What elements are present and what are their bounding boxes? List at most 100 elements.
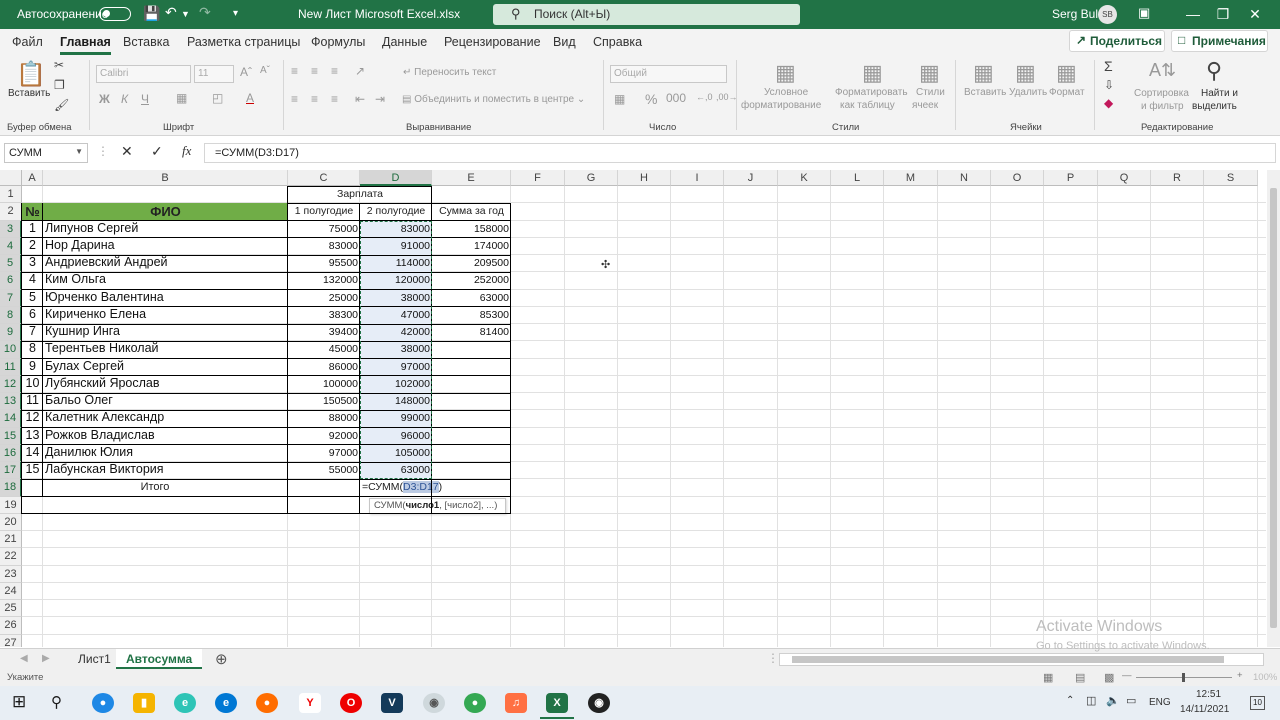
editing-cell[interactable]: =СУММ(D3:D17) <box>362 481 452 494</box>
tab-home[interactable]: Главная <box>60 35 111 55</box>
undo-icon[interactable]: ↶ <box>165 4 177 21</box>
cell-half1[interactable]: 83000 <box>288 240 360 252</box>
align-center-icon[interactable]: ≡ <box>311 92 318 106</box>
clock-date[interactable]: 14/11/2021 <box>1180 704 1229 715</box>
underline-icon[interactable]: Ч <box>141 92 149 106</box>
cell-number[interactable]: 14 <box>22 445 43 459</box>
decrease-decimal-icon[interactable]: ,00→ <box>716 92 738 102</box>
edge-blue-icon[interactable]: e <box>215 693 237 713</box>
orientation-icon[interactable]: ↗ <box>355 64 365 78</box>
cell-styles-label-2[interactable]: ячеек <box>912 100 938 111</box>
cell-number[interactable]: 6 <box>22 307 43 321</box>
row-header-7[interactable]: 7 <box>0 289 22 307</box>
cell-number[interactable]: 5 <box>22 290 43 304</box>
format-as-table-icon[interactable]: ▦ <box>862 60 883 86</box>
insert-cells-icon[interactable]: ▦ <box>973 60 994 86</box>
row-header-22[interactable]: 22 <box>0 548 22 566</box>
fill-color-icon[interactable]: ◰ <box>212 91 223 105</box>
cell-number[interactable]: 10 <box>22 376 43 390</box>
column-header-s[interactable]: S <box>1204 170 1258 186</box>
cell-half1[interactable]: 38300 <box>288 309 360 321</box>
cell-year-sum[interactable]: 209500 <box>432 257 511 269</box>
find-select-icon[interactable]: ⚲ <box>1206 58 1222 84</box>
cell-half1[interactable]: 97000 <box>288 447 360 459</box>
chrome-icon[interactable]: ● <box>464 693 486 713</box>
cell-number[interactable]: 15 <box>22 462 43 476</box>
cell-fio[interactable]: Липунов Сергей <box>43 221 288 235</box>
decrease-font-icon[interactable]: Aˇ <box>260 65 270 76</box>
cell-half1[interactable]: 39400 <box>288 326 360 338</box>
sort-filter-label-2[interactable]: и фильтр <box>1141 101 1184 112</box>
zoom-level[interactable]: 100% <box>1253 672 1277 683</box>
cell-fio[interactable]: Булах Сергей <box>43 359 288 373</box>
row-header-19[interactable]: 19 <box>0 496 22 514</box>
excel-icon[interactable]: X <box>546 693 568 713</box>
formula-input[interactable]: =СУММ(D3:D17) <box>204 143 1276 163</box>
firefox-icon[interactable]: ● <box>256 693 278 713</box>
format-painter-icon[interactable]: 🖌 <box>54 98 69 112</box>
column-header-k[interactable]: K <box>778 170 831 186</box>
column-header-r[interactable]: R <box>1151 170 1204 186</box>
merge-center-button[interactable]: ▤ Объединить и поместить в центре ⌄ <box>402 94 585 105</box>
cell-half1[interactable]: 132000 <box>288 274 360 286</box>
cancel-icon[interactable]: ✕ <box>121 143 133 160</box>
column-header-d[interactable]: D <box>360 170 432 186</box>
cell-number[interactable]: 2 <box>22 238 43 252</box>
cell-fio[interactable]: Терентьев Николай <box>43 341 288 355</box>
column-header-e[interactable]: E <box>432 170 511 186</box>
paste-icon[interactable]: 📋 <box>16 60 46 89</box>
row-header-12[interactable]: 12 <box>0 375 22 393</box>
row-header-1[interactable]: 1 <box>0 186 22 204</box>
font-name-combo[interactable]: Calibri <box>96 65 191 83</box>
audio-app-icon[interactable]: ♫ <box>505 693 527 713</box>
enter-icon[interactable]: ✓ <box>151 143 163 160</box>
row-header-25[interactable]: 25 <box>0 600 22 618</box>
name-box-dropdown-icon[interactable]: ▼ <box>75 147 83 156</box>
save-icon[interactable]: 💾 <box>143 5 160 22</box>
ribbon-display-icon[interactable]: ▣ <box>1138 5 1150 21</box>
row-header-13[interactable]: 13 <box>0 393 22 411</box>
maximize-icon[interactable]: ❐ <box>1208 0 1238 29</box>
name-box[interactable]: СУММ ▼ <box>4 143 88 163</box>
undo-dropdown-icon[interactable]: ▼ <box>181 9 190 19</box>
cell-fio[interactable]: Калетник Александр <box>43 410 288 424</box>
tab-insert[interactable]: Вставка <box>123 35 169 49</box>
tab-file[interactable]: Файл <box>12 35 43 49</box>
align-top-icon[interactable]: ≡ <box>291 64 298 78</box>
cut-icon[interactable]: ✂ <box>54 58 64 72</box>
align-left-icon[interactable]: ≡ <box>291 92 298 106</box>
cell-number[interactable]: 11 <box>22 393 43 407</box>
network-icon[interactable]: ◫ <box>1086 694 1096 707</box>
cell-year-sum[interactable]: 174000 <box>432 240 511 252</box>
column-header-h[interactable]: H <box>618 170 671 186</box>
number-format-combo[interactable]: Общий <box>610 65 727 83</box>
zoom-out-icon[interactable]: — <box>1122 670 1132 681</box>
format-as-table-label-1[interactable]: Форматировать <box>835 87 908 98</box>
share-button[interactable]: ↗ Поделиться <box>1069 30 1165 52</box>
edge-icon[interactable]: e <box>174 693 196 713</box>
increase-font-icon[interactable]: Aˆ <box>240 65 252 79</box>
row-header-18[interactable]: 18 <box>0 479 22 497</box>
language-indicator[interactable]: ENG <box>1149 697 1171 708</box>
vertical-scrollbar[interactable] <box>1267 170 1280 647</box>
row-header-26[interactable]: 26 <box>0 617 22 635</box>
sheet-tab-autosum[interactable]: Автосумма <box>116 649 203 669</box>
insert-cells-label[interactable]: Вставить <box>964 87 1006 98</box>
cell-year-sum[interactable]: 158000 <box>432 223 511 235</box>
scroll-sheets-right-icon[interactable]: ▶ <box>42 653 50 664</box>
align-bottom-icon[interactable]: ≡ <box>331 64 338 78</box>
row-header-21[interactable]: 21 <box>0 531 22 549</box>
row-header-17[interactable]: 17 <box>0 462 22 480</box>
row-header-5[interactable]: 5 <box>0 255 22 273</box>
copy-icon[interactable]: ❐ <box>54 78 65 92</box>
delete-cells-icon[interactable]: ▦ <box>1015 60 1036 86</box>
obs-icon[interactable]: ◉ <box>588 693 610 713</box>
cell-fio[interactable]: Лабунская Виктория <box>43 462 288 476</box>
cell-fio[interactable]: Данилюк Юлия <box>43 445 288 459</box>
close-icon[interactable]: ✕ <box>1240 0 1270 29</box>
tab-formulas[interactable]: Формулы <box>311 35 365 49</box>
conditional-format-label-1[interactable]: Условное <box>764 87 808 98</box>
cell-number[interactable]: 7 <box>22 324 43 338</box>
column-header-l[interactable]: L <box>831 170 884 186</box>
tab-split-grip-icon[interactable]: ⋮ <box>767 651 779 665</box>
